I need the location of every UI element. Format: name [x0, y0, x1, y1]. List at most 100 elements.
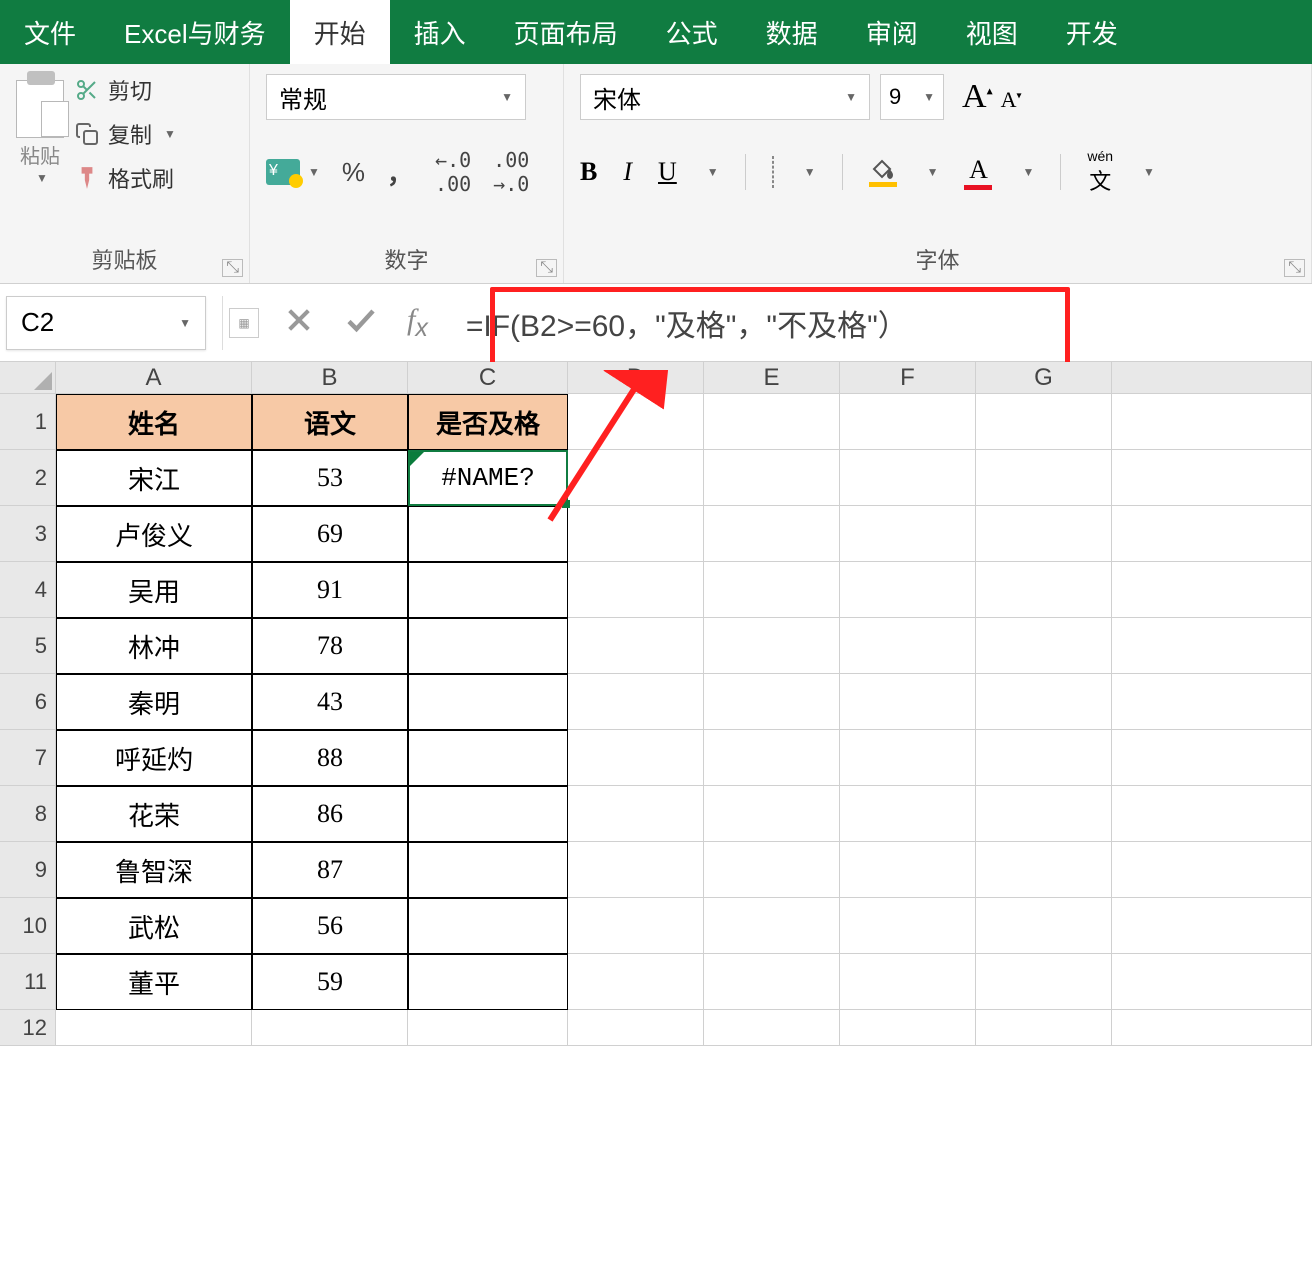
cell[interactable] — [976, 1010, 1112, 1046]
tab-insert[interactable]: 插入 — [390, 0, 490, 64]
expand-button[interactable]: ▦ — [229, 308, 259, 338]
column-header-F[interactable]: F — [840, 362, 976, 394]
bold-button[interactable]: B — [580, 157, 597, 187]
cell[interactable]: 卢俊义 — [56, 506, 252, 562]
cell[interactable] — [840, 730, 976, 786]
select-all-corner[interactable] — [0, 362, 56, 394]
spreadsheet[interactable]: A B C D E F G 1 姓名 语文 是否及格 2 宋江 53 #NAME… — [0, 362, 1312, 1046]
border-dropdown-icon[interactable]: ▼ — [804, 165, 816, 179]
cell[interactable]: 鲁智深 — [56, 842, 252, 898]
cell[interactable] — [840, 1010, 976, 1046]
confirm-edit-button[interactable] — [343, 302, 379, 343]
cell[interactable] — [840, 506, 976, 562]
row-header[interactable]: 12 — [0, 1010, 56, 1046]
underline-button[interactable]: U — [658, 157, 677, 187]
cell[interactable]: 53 — [252, 450, 408, 506]
cell[interactable] — [408, 1010, 568, 1046]
font-size-combo[interactable]: 9 ▼ — [880, 74, 944, 120]
cell[interactable] — [568, 394, 704, 450]
column-header-B[interactable]: B — [252, 362, 408, 394]
percent-button[interactable]: % — [342, 157, 365, 188]
row-header[interactable]: 10 — [0, 898, 56, 954]
tab-excel-finance[interactable]: Excel与财务 — [100, 0, 290, 64]
cell[interactable]: 花荣 — [56, 786, 252, 842]
cell[interactable] — [840, 898, 976, 954]
number-format-combo[interactable]: 常规 ▼ — [266, 74, 526, 120]
underline-dropdown-icon[interactable]: ▼ — [707, 165, 719, 179]
cell[interactable] — [1112, 954, 1312, 1010]
fill-dropdown-icon[interactable]: ▼ — [927, 165, 939, 179]
italic-button[interactable]: I — [623, 157, 632, 187]
cell[interactable] — [568, 506, 704, 562]
font-launcher-icon[interactable]: ⤡ — [1284, 259, 1305, 277]
cell[interactable] — [568, 954, 704, 1010]
cell[interactable]: 91 — [252, 562, 408, 618]
cell[interactable] — [704, 730, 840, 786]
tab-formulas[interactable]: 公式 — [642, 0, 742, 64]
row-header[interactable]: 1 — [0, 394, 56, 450]
cell[interactable] — [840, 450, 976, 506]
cell[interactable] — [252, 1010, 408, 1046]
tab-developer[interactable]: 开发 — [1042, 0, 1142, 64]
cell[interactable] — [408, 842, 568, 898]
phonetic-dropdown-icon[interactable]: ▼ — [1143, 165, 1155, 179]
cell[interactable] — [1112, 506, 1312, 562]
cell[interactable] — [568, 674, 704, 730]
cell[interactable] — [568, 730, 704, 786]
cell[interactable] — [840, 786, 976, 842]
cell[interactable] — [1112, 730, 1312, 786]
paste-button[interactable]: 粘贴 ▼ — [16, 74, 64, 185]
tab-page-layout[interactable]: 页面布局 — [490, 0, 642, 64]
cell[interactable] — [976, 842, 1112, 898]
cell[interactable] — [976, 450, 1112, 506]
tab-file[interactable]: 文件 — [0, 0, 100, 64]
cell[interactable] — [840, 562, 976, 618]
cut-button[interactable]: 剪切 — [74, 74, 176, 106]
column-header-E[interactable]: E — [704, 362, 840, 394]
copy-button[interactable]: 复制 ▼ — [74, 118, 176, 150]
cell[interactable] — [976, 898, 1112, 954]
cell[interactable]: 董平 — [56, 954, 252, 1010]
cell[interactable] — [704, 842, 840, 898]
currency-button[interactable]: ▼ — [266, 159, 320, 185]
cell[interactable]: 武松 — [56, 898, 252, 954]
cell[interactable]: 88 — [252, 730, 408, 786]
cell[interactable] — [704, 450, 840, 506]
clipboard-launcher-icon[interactable]: ⤡ — [222, 259, 243, 277]
cell[interactable] — [704, 954, 840, 1010]
cell[interactable] — [840, 842, 976, 898]
cell[interactable] — [1112, 898, 1312, 954]
cell-selected[interactable]: #NAME? — [408, 450, 568, 506]
column-header-blank[interactable] — [1112, 362, 1312, 394]
cell[interactable] — [704, 674, 840, 730]
row-header[interactable]: 6 — [0, 674, 56, 730]
column-header-A[interactable]: A — [56, 362, 252, 394]
tab-data[interactable]: 数据 — [742, 0, 842, 64]
cell[interactable] — [840, 618, 976, 674]
cell[interactable] — [976, 954, 1112, 1010]
row-header[interactable]: 9 — [0, 842, 56, 898]
cell[interactable]: 56 — [252, 898, 408, 954]
cell[interactable] — [976, 674, 1112, 730]
cell[interactable] — [56, 1010, 252, 1046]
tab-home[interactable]: 开始 — [290, 0, 390, 64]
number-launcher-icon[interactable]: ⤡ — [536, 259, 557, 277]
cell[interactable] — [1112, 450, 1312, 506]
cell[interactable] — [1112, 394, 1312, 450]
cell[interactable] — [1112, 842, 1312, 898]
cell[interactable] — [976, 562, 1112, 618]
font-name-combo[interactable]: 宋体 ▼ — [580, 74, 870, 120]
cell[interactable] — [408, 730, 568, 786]
cell[interactable] — [976, 506, 1112, 562]
cell[interactable] — [408, 786, 568, 842]
cell[interactable]: 59 — [252, 954, 408, 1010]
cell[interactable]: 秦明 — [56, 674, 252, 730]
phonetic-button[interactable]: wén 文 — [1087, 148, 1113, 196]
cell[interactable] — [568, 842, 704, 898]
cell[interactable] — [704, 562, 840, 618]
cell[interactable] — [408, 506, 568, 562]
row-header[interactable]: 2 — [0, 450, 56, 506]
cell[interactable] — [408, 618, 568, 674]
column-header-G[interactable]: G — [976, 362, 1112, 394]
cell[interactable] — [408, 674, 568, 730]
